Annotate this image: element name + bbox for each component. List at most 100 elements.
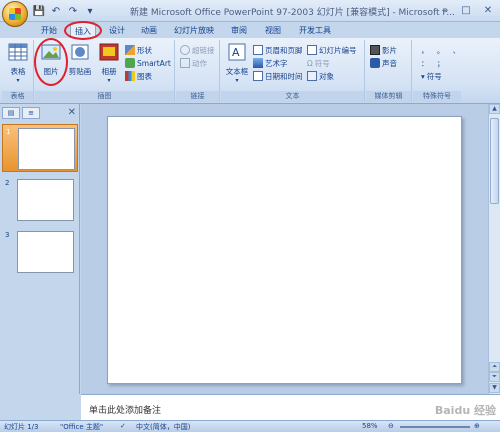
picture-button-label: 图片 xyxy=(43,67,59,76)
redo-icon[interactable]: ↷ xyxy=(66,4,80,18)
qat-more-icon[interactable]: ▾ xyxy=(83,4,97,18)
action-label: 动作 xyxy=(192,58,207,68)
header-footer-button[interactable]: 页眉和页脚 xyxy=(253,44,303,56)
table-icon xyxy=(8,43,28,61)
textbox-button-label: 文本框 xyxy=(225,67,249,76)
header-footer-label: 页眉和页脚 xyxy=(265,45,303,55)
office-button[interactable] xyxy=(2,1,28,27)
symbol-row-1[interactable]: ， 。 、 xyxy=(421,44,463,56)
scroll-thumb[interactable] xyxy=(490,118,499,204)
movie-button[interactable]: 影片 xyxy=(370,44,397,56)
text-group-label: 文本 xyxy=(221,91,364,102)
album-button-label: 相册 xyxy=(101,67,117,76)
tables-group: 表格 ▾ 表格 xyxy=(2,40,34,102)
object-icon xyxy=(307,71,317,81)
shapes-label: 形状 xyxy=(137,45,152,55)
tab-developer[interactable]: 开发工具 xyxy=(294,22,336,38)
slide-canvas[interactable] xyxy=(107,116,462,384)
clipart-button-label: 剪贴画 xyxy=(68,67,92,76)
smartart-label: SmartArt xyxy=(137,58,171,68)
slides-tab[interactable]: ▤ xyxy=(2,107,20,119)
slide-number: 1 xyxy=(6,128,11,136)
window-controls: – □ ✕ xyxy=(434,2,498,18)
slide-thumbnail-3[interactable]: 3 xyxy=(2,228,78,276)
language[interactable]: 中文(简体，中国) xyxy=(136,422,190,432)
scroll-up-icon[interactable]: ▲ xyxy=(489,104,500,114)
symbol-label: 符号 xyxy=(314,58,330,68)
shapes-button[interactable]: 形状 xyxy=(125,44,152,56)
zoom-level[interactable]: 58% xyxy=(362,422,378,430)
window-title: 新建 Microsoft Office PowerPoint 97-2003 幻… xyxy=(130,8,455,18)
chevron-down-icon: ▾ xyxy=(16,77,20,84)
zoom-out-icon[interactable]: ⊖ xyxy=(388,422,394,430)
slide-thumbnail-1[interactable]: 1 xyxy=(2,124,78,172)
textbox-button[interactable]: A 文本框 ▾ xyxy=(223,42,251,84)
tab-insert[interactable]: 插入 xyxy=(70,22,96,38)
datetime-button[interactable]: 日期和时间 xyxy=(253,70,303,82)
special-symbol-label: 符号 xyxy=(426,71,442,81)
clipart-icon xyxy=(71,44,89,60)
symbol-row-2[interactable]: ： ； xyxy=(421,57,447,69)
slide-number-label: 幻灯片编号 xyxy=(319,45,357,55)
tab-view[interactable]: 视图 xyxy=(260,22,286,38)
close-icon[interactable]: ✕ xyxy=(68,107,76,118)
sound-label: 声音 xyxy=(382,58,397,68)
slides-panel-tabs: ▤ ≡ ✕ xyxy=(2,106,78,120)
previous-slide-icon[interactable]: ⏶ xyxy=(489,362,500,372)
film-icon xyxy=(370,45,380,55)
tab-review[interactable]: 审阅 xyxy=(226,22,252,38)
wordart-button[interactable]: 艺术字 xyxy=(253,57,288,69)
chart-button[interactable]: 图表 xyxy=(125,70,152,82)
svg-text:A: A xyxy=(232,46,240,59)
maximize-button[interactable]: □ xyxy=(456,2,476,18)
slide-number: 2 xyxy=(5,179,10,187)
tab-slideshow[interactable]: 幻灯片放映 xyxy=(170,22,218,38)
notes-placeholder: 单击此处添加备注 xyxy=(89,406,162,416)
special-symbol-button[interactable]: ▾ 符号 xyxy=(421,70,442,82)
clipart-button[interactable]: 剪贴画 xyxy=(66,42,94,77)
media-group-label: 媒体剪辑 xyxy=(366,91,411,102)
album-button[interactable]: 相册 ▾ xyxy=(95,42,123,84)
vertical-scrollbar[interactable]: ▲ ⏶ ⏷ ▼ xyxy=(488,104,500,394)
shapes-icon xyxy=(125,45,135,55)
title-bar: 💾 ↶ ↷ ▾ 新建 Microsoft Office PowerPoint 9… xyxy=(0,0,500,22)
slide-preview xyxy=(17,179,74,221)
action-button[interactable]: 动作 xyxy=(180,57,207,69)
movie-label: 影片 xyxy=(382,45,397,55)
slide-number-icon xyxy=(307,45,317,55)
hyperlink-button[interactable]: 超链接 xyxy=(180,44,215,56)
next-slide-icon[interactable]: ⏷ xyxy=(489,372,500,382)
tab-home[interactable]: 开始 xyxy=(36,22,62,38)
scroll-down-icon[interactable]: ▼ xyxy=(489,383,500,393)
wordart-label: 艺术字 xyxy=(265,58,288,68)
slide-number-button[interactable]: 幻灯片编号 xyxy=(307,44,357,56)
slide-count: 幻灯片 1/3 xyxy=(4,423,39,431)
save-icon[interactable]: 💾 xyxy=(32,4,46,18)
sound-button[interactable]: 声音 xyxy=(370,57,397,69)
object-label: 对象 xyxy=(319,71,334,81)
slide-thumbnail-2[interactable]: 2 xyxy=(2,176,78,224)
slides-panel: ▤ ≡ ✕ 1 2 3 xyxy=(0,104,80,394)
tab-design[interactable]: 设计 xyxy=(104,22,130,38)
illustrations-group: 图片 剪贴画 相册 ▾ 形状 SmartArt 图表 插图 xyxy=(35,40,175,102)
zoom-slider[interactable] xyxy=(400,426,470,428)
chart-icon xyxy=(125,71,135,81)
calendar-icon xyxy=(253,71,263,81)
minimize-button[interactable]: – xyxy=(434,2,454,18)
object-button[interactable]: 对象 xyxy=(307,70,334,82)
picture-button[interactable]: 图片 xyxy=(37,42,65,77)
header-footer-icon xyxy=(253,45,263,55)
undo-icon[interactable]: ↶ xyxy=(49,4,63,18)
zoom-in-icon[interactable]: ⊕ xyxy=(474,422,480,430)
special-symbols-group-label: 特殊符号 xyxy=(413,91,461,102)
smartart-button[interactable]: SmartArt xyxy=(125,57,171,69)
tab-animations[interactable]: 动画 xyxy=(136,22,162,38)
table-button[interactable]: 表格 ▾ xyxy=(4,42,32,84)
illustrations-group-label: 插图 xyxy=(35,91,174,102)
office-logo-icon xyxy=(9,8,21,20)
close-button[interactable]: ✕ xyxy=(478,2,498,18)
spellcheck-icon[interactable]: ✓ xyxy=(120,422,126,430)
chart-label: 图表 xyxy=(137,71,152,81)
symbol-button[interactable]: Ω 符号 xyxy=(307,57,330,69)
outline-tab[interactable]: ≡ xyxy=(22,107,40,119)
